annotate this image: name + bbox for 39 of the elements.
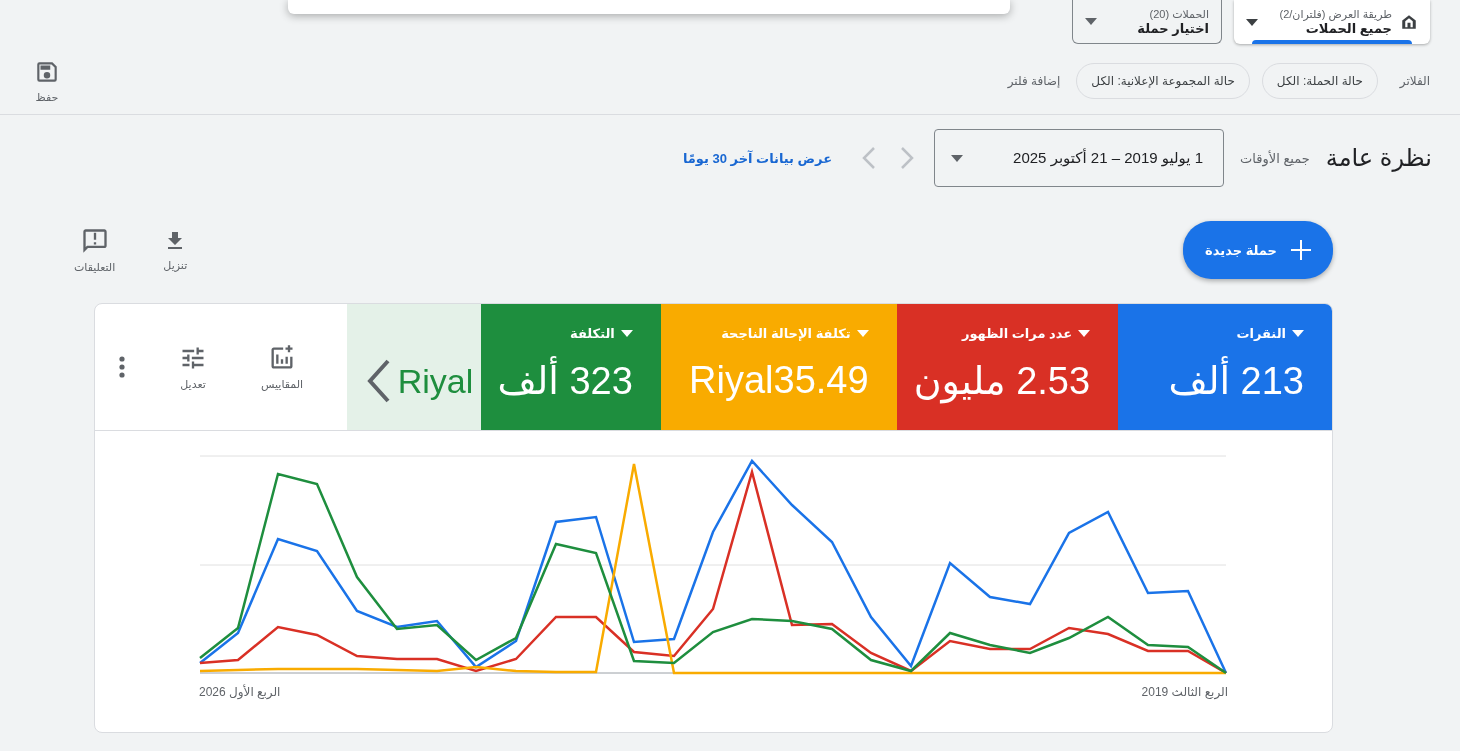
- save-button[interactable]: حفظ: [30, 54, 64, 108]
- new-campaign-button[interactable]: حملة جديدة: [1183, 221, 1333, 279]
- view-selector[interactable]: طريقة العرض (فلتران/2) جميع الحملات: [1234, 0, 1430, 44]
- metric-tile[interactable]: النقرات 213 ألف: [1118, 304, 1332, 430]
- more-vertical-icon: [119, 356, 125, 378]
- filters-label: الفلاتر: [1399, 74, 1430, 88]
- dropdown-arrow-icon: [1078, 330, 1091, 337]
- campaign-selector[interactable]: الحملات (20) اختيار حملة: [1072, 0, 1222, 44]
- dropdown-arrow-icon: [620, 330, 633, 337]
- metric-value: Riyal: [397, 361, 474, 401]
- metric-tile[interactable]: Riyal: [347, 304, 482, 430]
- dropdown-arrow-icon: [951, 154, 964, 162]
- range-label: جميع الأوقات: [1240, 150, 1310, 166]
- dropdown-arrow-icon: [1085, 18, 1097, 25]
- plus-icon: [1290, 240, 1311, 260]
- add-filter-link[interactable]: إضافة فلتر: [1007, 74, 1061, 88]
- dropdown-arrow-icon: [856, 330, 869, 337]
- selector-value: اختيار حملة: [1136, 20, 1209, 36]
- filter-chip[interactable]: حالة الحملة: الكل: [1261, 63, 1378, 99]
- dropdown-arrow-icon: [1292, 330, 1304, 337]
- dropdown-arrow-icon: [1246, 18, 1258, 26]
- axis-label: الربع الثالث 2019: [1141, 685, 1228, 699]
- metric-tile[interactable]: التكلفة 323 ألف: [481, 304, 661, 430]
- selector-value: جميع الحملات: [1304, 21, 1392, 36]
- feedback-button[interactable]: التعليقات: [70, 222, 120, 278]
- home-icon: [1400, 13, 1418, 31]
- date-range-dropdown[interactable]: 1 يوليو 2019 – 21 أكتوبر 2025: [934, 129, 1225, 187]
- feedback-icon: [80, 226, 109, 255]
- chevron-left-icon[interactable]: [365, 359, 392, 403]
- metric-tile[interactable]: عدد مرات الظهور 2.53 مليون: [896, 304, 1119, 430]
- adjust-button[interactable]: تعديل: [175, 339, 211, 395]
- metrics-button[interactable]: المقاييس: [257, 339, 308, 395]
- page-title: نظرة عامة: [1325, 144, 1432, 172]
- axis-label: الربع الأول 2026: [199, 685, 281, 699]
- selector-label: الحملات (20): [1148, 7, 1209, 21]
- selector-label: طريقة العرض (فلتران/2): [1278, 8, 1392, 21]
- last-30-days-link[interactable]: عرض بيانات آخر 30 يومًا: [682, 150, 833, 166]
- filter-chip[interactable]: حالة المجموعة الإعلانية: الكل: [1076, 63, 1250, 99]
- download-button[interactable]: تنزيل: [159, 224, 192, 276]
